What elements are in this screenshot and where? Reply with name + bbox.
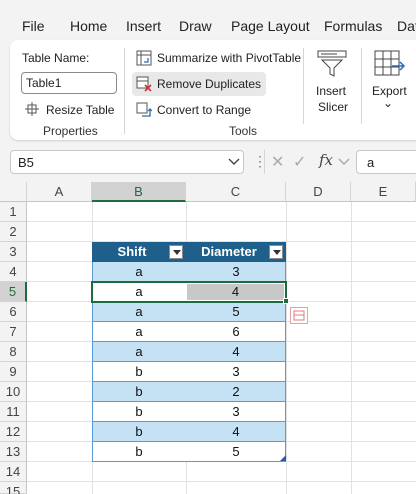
row-header[interactable]: 11 — [0, 402, 27, 422]
row-header[interactable]: 13 — [0, 442, 27, 462]
table-cell[interactable]: a — [92, 342, 186, 362]
table-cell[interactable]: 3 — [186, 262, 286, 282]
table-cell[interactable]: 5 — [186, 302, 286, 322]
table-cell[interactable]: b — [92, 402, 186, 422]
table-cell[interactable]: 4 — [186, 342, 286, 362]
column-header-d[interactable]: D — [286, 182, 351, 202]
menu-formulas[interactable]: Formulas — [324, 18, 382, 34]
resize-table-button[interactable]: Resize Table — [46, 103, 114, 117]
name-box-chevron-icon[interactable] — [228, 157, 240, 167]
table-border — [92, 361, 286, 362]
table-header-diameter: Diameter — [186, 242, 286, 262]
table-resize-handle-icon[interactable] — [280, 455, 286, 461]
column-header-b[interactable]: B — [92, 182, 186, 202]
menu-draw[interactable]: Draw — [179, 18, 212, 34]
remove-duplicates-icon — [136, 76, 152, 92]
table-cell[interactable]: 2 — [186, 382, 286, 402]
insert-slicer-label-line1[interactable]: Insert — [316, 84, 346, 98]
table-cell[interactable]: a — [92, 302, 186, 322]
row-header[interactable]: 12 — [0, 422, 27, 442]
column-header-e[interactable]: E — [351, 182, 416, 202]
tools-group-label: Tools — [229, 124, 258, 138]
menu-insert[interactable]: Insert — [126, 18, 161, 34]
cancel-icon[interactable]: ✕ — [271, 152, 284, 172]
summarize-pivottable-button[interactable]: Summarize with PivotTable — [157, 51, 301, 65]
row-header[interactable]: 5 — [0, 282, 27, 302]
menu-bar: File Home Insert Draw Page Layout Formul… — [0, 0, 416, 40]
select-all-corner[interactable] — [0, 182, 27, 202]
insert-slicer-icon — [317, 50, 347, 77]
table-cell[interactable]: a — [92, 262, 186, 282]
resize-table-icon — [25, 102, 39, 116]
convert-to-range-button[interactable]: Convert to Range — [157, 103, 251, 117]
table-name-input[interactable]: Table1 — [21, 72, 117, 94]
table-border — [92, 401, 286, 402]
row-header[interactable]: 1 — [0, 202, 27, 222]
menu-page-layout[interactable]: Page Layout — [231, 18, 310, 34]
row-header[interactable]: 4 — [0, 262, 27, 282]
row-header[interactable]: 10 — [0, 382, 27, 402]
export-icon — [374, 50, 406, 76]
active-cell-outline — [91, 281, 287, 303]
ribbon-separator — [124, 48, 125, 134]
table-border — [92, 341, 286, 342]
fill-handle[interactable] — [283, 298, 289, 304]
row-header[interactable]: 6 — [0, 302, 27, 322]
table-header-shift-label: Shift — [117, 244, 147, 259]
table-cell[interactable]: b — [92, 362, 186, 382]
excel-window: File Home Insert Draw Page Layout Formul… — [0, 0, 416, 494]
table-border — [92, 441, 286, 442]
pivot-table-icon — [136, 50, 152, 66]
table-cell[interactable]: 5 — [186, 442, 286, 462]
convert-to-range-icon — [136, 102, 152, 117]
gridline — [351, 202, 352, 494]
table-header-shift: Shift — [92, 242, 186, 262]
table-border — [92, 421, 286, 422]
table-border — [92, 381, 286, 382]
function-chevron-icon[interactable] — [338, 157, 350, 167]
row-header[interactable]: 15 — [0, 482, 27, 494]
table-border — [92, 461, 286, 462]
filter-dropdown-icon[interactable] — [269, 245, 283, 259]
gridline — [27, 481, 416, 482]
properties-group-label: Properties — [43, 124, 98, 138]
row-header[interactable]: 8 — [0, 342, 27, 362]
table-cell[interactable]: 3 — [186, 362, 286, 382]
formula-input[interactable]: a — [356, 150, 416, 174]
column-header-c[interactable]: C — [186, 182, 286, 202]
row-header[interactable]: 2 — [0, 222, 27, 242]
table-border — [92, 321, 286, 322]
gridline — [286, 202, 287, 494]
enter-icon[interactable]: ✓ — [293, 152, 306, 172]
menu-data[interactable]: Dat — [397, 18, 416, 34]
menu-file[interactable]: File — [22, 18, 45, 34]
table-header-diameter-label: Diameter — [201, 244, 257, 259]
remove-duplicates-button[interactable]: Remove Duplicates — [157, 77, 261, 91]
row-header[interactable]: 3 — [0, 242, 27, 262]
insert-function-icon[interactable]: fx — [319, 151, 333, 169]
ribbon-separator — [361, 48, 362, 124]
export-chevron-icon[interactable]: ⌄ — [383, 96, 393, 110]
row-header[interactable]: 14 — [0, 462, 27, 482]
table-cell[interactable]: 6 — [186, 322, 286, 342]
filter-dropdown-icon[interactable] — [169, 245, 183, 259]
ribbon-separator — [303, 48, 304, 124]
table-name-label: Table Name: — [22, 51, 90, 65]
formula-bar-separator — [264, 150, 265, 174]
table-cell[interactable]: a — [92, 322, 186, 342]
table-cell[interactable]: b — [92, 382, 186, 402]
quick-analysis-icon[interactable] — [290, 307, 308, 324]
gridline — [27, 221, 416, 222]
table-cell[interactable]: 4 — [186, 422, 286, 442]
row-header[interactable]: 7 — [0, 322, 27, 342]
insert-slicer-label-line2[interactable]: Slicer — [318, 100, 348, 114]
table-cell[interactable]: 3 — [186, 402, 286, 422]
name-box[interactable]: B5 — [10, 150, 244, 174]
column-header-a[interactable]: A — [27, 182, 92, 202]
table-cell[interactable]: b — [92, 442, 186, 462]
table-cell[interactable]: b — [92, 422, 186, 442]
menu-home[interactable]: Home — [70, 18, 107, 34]
row-header[interactable]: 9 — [0, 362, 27, 382]
